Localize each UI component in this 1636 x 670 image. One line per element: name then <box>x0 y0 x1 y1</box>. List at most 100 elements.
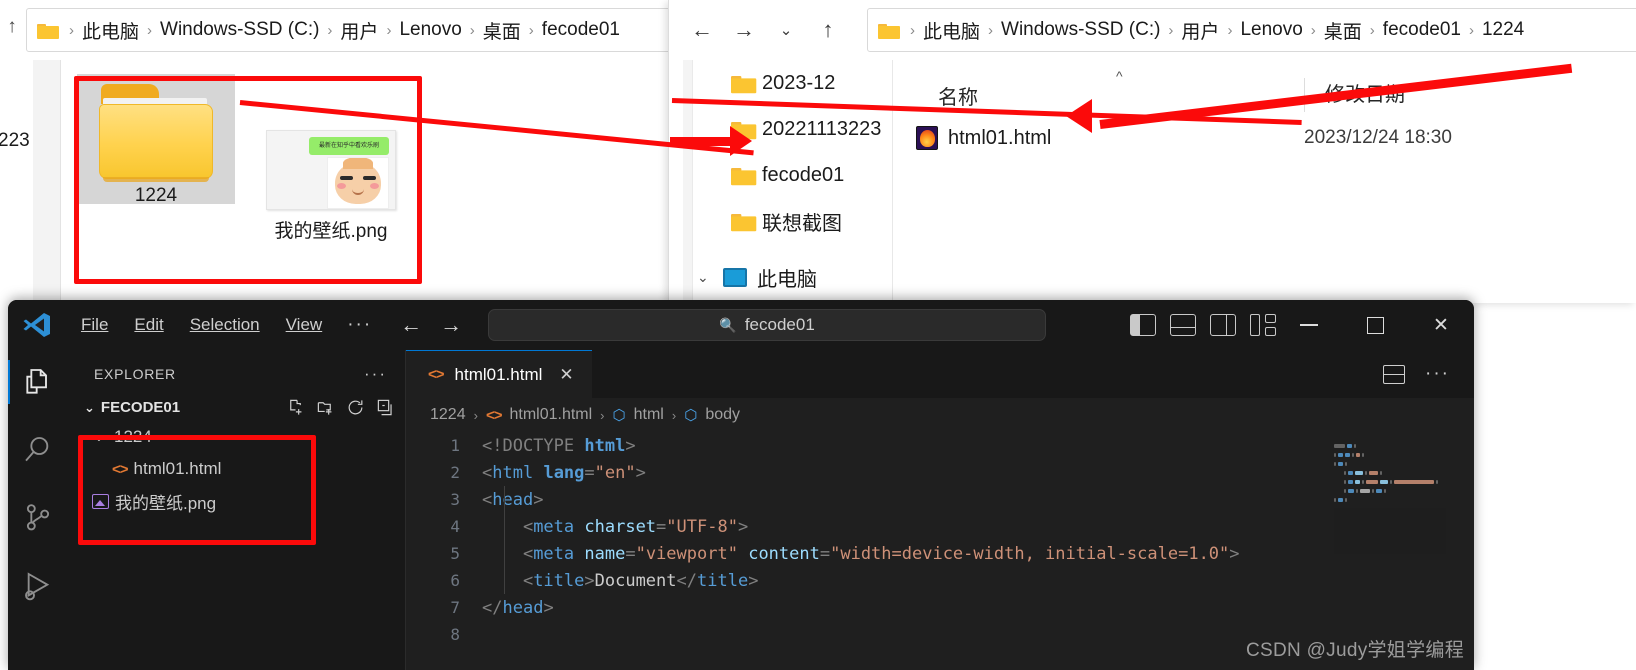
search-icon[interactable] <box>22 434 56 468</box>
breadcrumb-item[interactable]: 用户 <box>1181 17 1219 44</box>
refresh-icon[interactable] <box>346 398 365 417</box>
file-content-pane-back[interactable]: 1224 最新在知乎中看欢乐刷 我的壁纸.png <box>61 60 672 310</box>
navigation-pane[interactable]: 2023-12 20221113223 fecode01 联想截图 ⌄ 此电脑 <box>683 60 893 303</box>
nav-item-label: 此电脑 <box>757 268 817 291</box>
breadcrumb-item[interactable]: 桌面 <box>1324 17 1362 44</box>
breadcrumb-item[interactable]: 桌面 <box>483 17 521 44</box>
customize-layout-icon[interactable] <box>1250 314 1276 336</box>
new-file-icon[interactable] <box>286 398 305 417</box>
go-back-icon[interactable]: ← <box>398 312 424 338</box>
explorer-sidebar-panel[interactable]: EXPLORER ··· ⌄ FECODE01 ⌄ 1224 <> html01… <box>70 350 406 670</box>
breadcrumb-item[interactable]: Windows-SSD (C:) <box>1001 19 1160 41</box>
close-icon[interactable]: ✕ <box>559 365 573 385</box>
column-header-date[interactable]: 修改日期 <box>1304 78 1405 112</box>
code-line[interactable]: 7 </head> <box>406 594 1474 621</box>
code-text: <!DOCTYPE html> <box>482 436 636 456</box>
breadcrumb-item[interactable]: 此电脑 <box>82 17 139 44</box>
workspace-root-row[interactable]: ⌄ FECODE01 <box>70 394 405 421</box>
more-actions-icon[interactable]: ··· <box>1425 363 1450 385</box>
code-line[interactable]: 1 <!DOCTYPE html> <box>406 432 1474 459</box>
breadcrumb-item[interactable]: 用户 <box>340 17 378 44</box>
minimize-button[interactable] <box>1276 300 1342 350</box>
explorer-window-back[interactable]: ↑ › 此电脑 › Windows-SSD (C:) › 用户 › Lenovo… <box>0 0 676 310</box>
chevron-down-icon[interactable]: ⌄ <box>84 400 95 416</box>
code-line[interactable]: 2 <html lang="en"> <box>406 459 1474 486</box>
address-bar-front[interactable]: › 此电脑 › Windows-SSD (C:) › 用户 › Lenovo ›… <box>867 8 1636 52</box>
table-row[interactable]: html01.html 2023/12/24 18:30 <box>894 116 1636 160</box>
explorer-icon[interactable] <box>8 360 56 404</box>
breadcrumb-item[interactable]: 1224 <box>430 406 466 424</box>
recent-locations-icon[interactable]: ⌄ <box>765 10 807 50</box>
close-button[interactable]: ✕ <box>1408 300 1474 350</box>
breadcrumb-back: › 此电脑 › Windows-SSD (C:) › 用户 › Lenovo ›… <box>61 17 620 44</box>
toggle-primary-sidebar-icon[interactable] <box>1130 314 1156 336</box>
back-arrow-icon[interactable]: ← <box>681 10 723 50</box>
nav-item-fecode01[interactable]: fecode01 <box>683 152 892 198</box>
nav-item-lenovo-screenshots[interactable]: 联想截图 <box>683 198 892 244</box>
file-tile-folder[interactable]: 1224 <box>77 74 235 206</box>
file-tile-image[interactable]: 最新在知乎中看欢乐刷 我的壁纸.png <box>251 130 411 248</box>
maximize-button[interactable] <box>1342 300 1408 350</box>
menu-item-edit[interactable]: Edit <box>121 309 176 341</box>
breadcrumb-item[interactable]: fecode01 <box>542 19 620 41</box>
explorer-more-icon[interactable]: ··· <box>364 364 387 384</box>
breadcrumb-separator: › <box>988 21 994 39</box>
chevron-down-icon[interactable]: ⌄ <box>90 429 108 445</box>
breadcrumb-item[interactable]: html <box>634 406 664 424</box>
tab-html01-html[interactable]: <> html01.html ✕ <box>406 350 592 398</box>
code-line[interactable]: 4 <meta charset="UTF-8"> <box>406 513 1474 540</box>
vscode-window[interactable]: File Edit Selection View ··· ← → 🔍 fecod… <box>8 300 1474 670</box>
menu-item-file[interactable]: File <box>68 309 121 341</box>
tree-item-file-wallpaper[interactable]: 我的壁纸.png <box>90 485 405 517</box>
code-line[interactable]: 5 <meta name="viewport" content="width=d… <box>406 540 1474 567</box>
code-line[interactable]: 6 <title>Document</title> <box>406 567 1474 594</box>
tree-item-label: 我的壁纸.png <box>115 493 217 513</box>
breadcrumb-item[interactable]: Windows-SSD (C:) <box>160 19 319 41</box>
breadcrumb-item[interactable]: Lenovo <box>399 19 461 41</box>
sort-ascending-icon: ^ <box>1116 68 1123 84</box>
command-center-search[interactable]: 🔍 fecode01 <box>488 309 1046 341</box>
file-name-cell[interactable]: html01.html <box>916 126 1051 150</box>
breadcrumb-item[interactable]: 1224 <box>1482 19 1524 41</box>
explorer-window-front[interactable]: ← → ⌄ ↑ › 此电脑 › Windows-SSD (C:) › 用户 › … <box>668 0 1636 303</box>
column-header-name[interactable]: 名称 <box>938 81 978 110</box>
menu-item-selection[interactable]: Selection <box>177 309 273 341</box>
code-text: <meta name="viewport" content="width=dev… <box>482 544 1240 564</box>
collapse-all-icon[interactable] <box>376 398 395 417</box>
code-lines-container[interactable]: 1 <!DOCTYPE html> 2 <html lang="en"> 3 <head>… <box>406 432 1474 648</box>
breadcrumb-item[interactable]: body <box>705 406 740 424</box>
source-control-icon[interactable] <box>22 502 56 536</box>
toggle-secondary-sidebar-icon[interactable] <box>1210 314 1236 336</box>
nav-item-20221113223[interactable]: 20221113223 <box>683 106 892 152</box>
breadcrumb-item[interactable]: Lenovo <box>1240 19 1302 41</box>
forward-arrow-icon[interactable]: → <box>723 10 765 50</box>
up-arrow-icon[interactable]: ↑ <box>0 12 24 42</box>
code-token: content <box>748 543 820 564</box>
breadcrumb-item[interactable]: fecode01 <box>1383 19 1461 41</box>
toggle-panel-icon[interactable] <box>1170 314 1196 336</box>
menu-item-view[interactable]: View <box>273 309 336 341</box>
go-forward-icon[interactable]: → <box>438 312 464 338</box>
menu-more-icon[interactable]: ··· <box>335 310 384 340</box>
tree-item-folder-1224[interactable]: ⌄ 1224 <box>90 421 405 453</box>
split-editor-icon[interactable] <box>1383 364 1406 384</box>
breadcrumb-item[interactable]: 此电脑 <box>923 17 980 44</box>
file-list-pane[interactable]: 名称 ^ 修改日期 html01.html 2023/12/24 18:30 <box>894 60 1636 303</box>
code-token: </ <box>676 570 697 591</box>
breadcrumb-separator: › <box>469 21 475 39</box>
editor-area[interactable]: <> html01.html ✕ ··· 1224 › <> html01.ht… <box>406 350 1474 670</box>
run-debug-icon[interactable] <box>22 570 56 604</box>
chevron-down-icon[interactable]: ⌄ <box>697 269 717 286</box>
breadcrumb-separator: › <box>528 21 534 39</box>
breadcrumb-item[interactable]: html01.html <box>509 406 592 424</box>
code-editor[interactable]: 1 <!DOCTYPE html> 2 <html lang="en"> 3 <head>… <box>406 432 1474 648</box>
nav-item-2023-12[interactable]: 2023-12 <box>683 60 892 106</box>
nav-item-this-pc[interactable]: ⌄ 此电脑 <box>683 254 892 300</box>
minimap[interactable] <box>1334 444 1446 554</box>
code-line[interactable]: 3 <head> <box>406 486 1474 513</box>
address-bar-back[interactable]: › 此电脑 › Windows-SSD (C:) › 用户 › Lenovo ›… <box>26 8 676 52</box>
tree-item-file-html01[interactable]: <> html01.html <box>90 453 405 485</box>
new-folder-icon[interactable] <box>316 398 335 417</box>
up-arrow-icon[interactable]: ↑ <box>807 10 849 50</box>
minimap-segment <box>1435 480 1438 484</box>
